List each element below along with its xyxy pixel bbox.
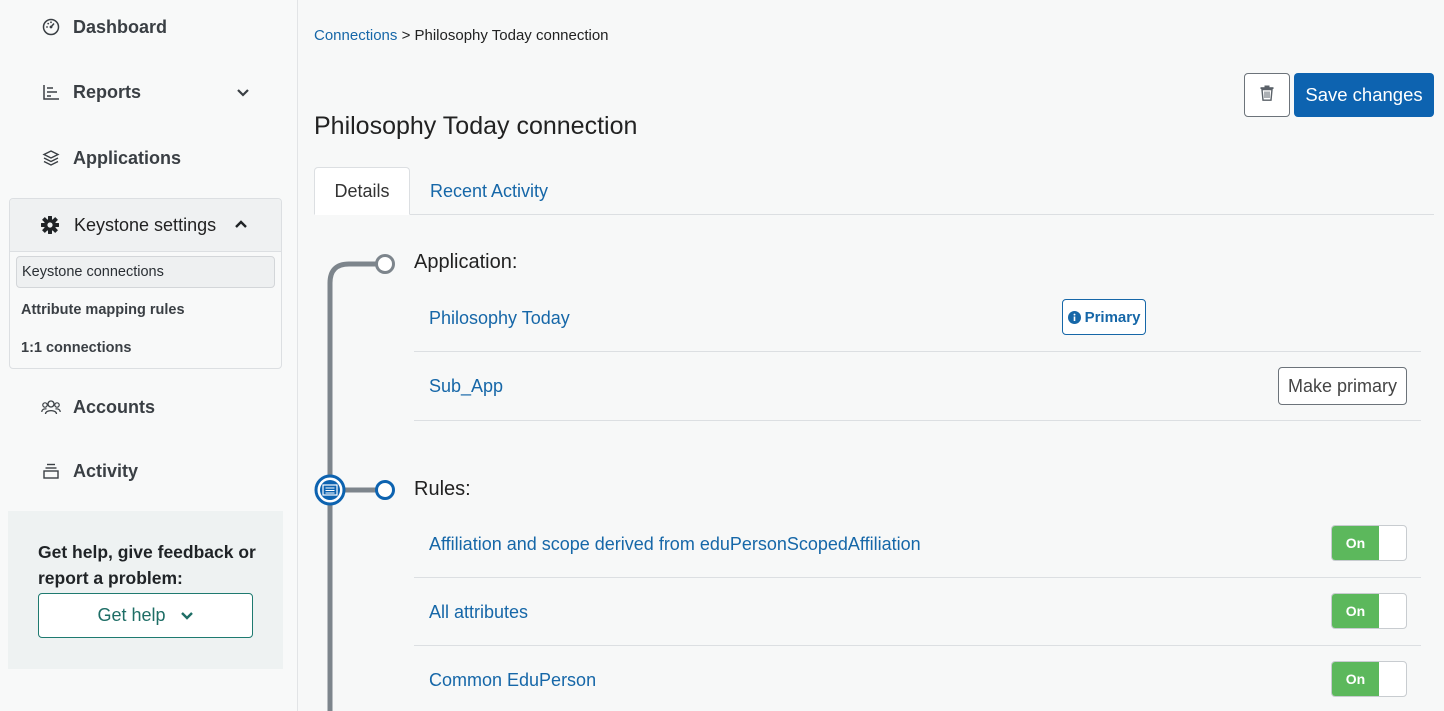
- sidebar-item-dashboard[interactable]: Dashboard: [40, 16, 167, 38]
- rules-heading: Rules:: [414, 478, 471, 500]
- dashboard-icon: [40, 16, 62, 38]
- tab-recent-activity[interactable]: Recent Activity: [430, 167, 548, 215]
- get-help-button[interactable]: Get help: [38, 593, 253, 638]
- make-primary-button[interactable]: Make primary: [1278, 367, 1407, 405]
- save-changes-button[interactable]: Save changes: [1294, 73, 1434, 117]
- users-icon: [40, 396, 62, 418]
- timeline-node-application: [375, 254, 395, 274]
- breadcrumb: Connections > Philosophy Today connectio…: [314, 27, 609, 44]
- breadcrumb-link-connections[interactable]: Connections: [314, 27, 397, 44]
- list-item: All attributes On: [414, 578, 1421, 646]
- rule-link[interactable]: Affiliation and scope derived from eduPe…: [429, 534, 921, 555]
- sidebar-item-label: Keystone settings: [74, 214, 217, 235]
- delete-button[interactable]: [1244, 73, 1290, 117]
- sidebar-item-label: Dashboard: [73, 16, 168, 37]
- chevron-down-icon: [180, 611, 194, 621]
- application-link[interactable]: Sub_App: [429, 376, 503, 397]
- sidebar-item-activity[interactable]: Activity: [40, 460, 138, 482]
- sidebar: Dashboard Reports Applications Keystone …: [0, 0, 298, 711]
- help-panel: Get help, give feedback or report a prob…: [8, 511, 283, 669]
- sidebar-item-accounts[interactable]: Accounts: [40, 396, 155, 418]
- rule-toggle[interactable]: On: [1331, 661, 1407, 697]
- sidebar-item-label: Applications: [73, 147, 182, 168]
- activity-icon: [40, 460, 62, 482]
- sidebar-item-label: Accounts: [73, 396, 156, 417]
- breadcrumb-current: Philosophy Today connection: [414, 27, 609, 44]
- timeline-node-rules: [375, 480, 395, 500]
- tab-bar: Details Recent Activity: [314, 167, 1434, 215]
- rule-link[interactable]: All attributes: [429, 602, 528, 623]
- sidebar-item-label: Activity: [73, 460, 139, 481]
- list-item: Sub_App Make primary: [414, 352, 1421, 421]
- info-icon: [1067, 310, 1081, 324]
- toggle-on-label: On: [1332, 594, 1379, 628]
- timeline-graphic: [314, 254, 395, 711]
- list-item: Affiliation and scope derived from eduPe…: [414, 510, 1421, 578]
- chevron-down-icon[interactable]: [236, 82, 250, 103]
- application-heading: Application:: [414, 251, 518, 273]
- list-item: Common EduPerson On: [414, 646, 1421, 711]
- primary-badge: Primary: [1062, 299, 1146, 335]
- sidebar-subitem-keystone-connections[interactable]: Keystone connections: [16, 256, 275, 288]
- chevron-up-icon[interactable]: [234, 213, 248, 234]
- rule-toggle[interactable]: On: [1331, 593, 1407, 629]
- sidebar-item-applications[interactable]: Applications: [40, 147, 181, 169]
- keystone-settings-group: Keystone settings Keystone connections A…: [9, 198, 282, 369]
- sidebar-subitem-one-to-one-connections[interactable]: 1:1 connections: [16, 332, 275, 364]
- sidebar-subitem-attribute-mapping-rules[interactable]: Attribute mapping rules: [16, 294, 275, 326]
- toggle-on-label: On: [1332, 526, 1379, 560]
- gear-icon: [40, 215, 60, 235]
- trash-icon: [1260, 85, 1274, 106]
- rule-toggle[interactable]: On: [1331, 525, 1407, 561]
- list-item: Philosophy Today Primary: [414, 284, 1421, 352]
- sidebar-item-label: Reports: [73, 81, 142, 102]
- application-link[interactable]: Philosophy Today: [429, 308, 570, 329]
- bar-chart-icon: [40, 81, 62, 103]
- tab-details[interactable]: Details: [314, 167, 410, 215]
- page-title: Philosophy Today connection: [314, 112, 638, 140]
- sidebar-item-reports[interactable]: Reports: [40, 81, 249, 103]
- layers-icon: [40, 147, 62, 169]
- main-content: Connections > Philosophy Today connectio…: [299, 0, 1444, 711]
- rule-link[interactable]: Common EduPerson: [429, 670, 596, 691]
- toggle-on-label: On: [1332, 662, 1379, 696]
- help-text: Get help, give feedback or report a prob…: [38, 542, 256, 588]
- breadcrumb-separator: >: [401, 27, 411, 44]
- sidebar-item-keystone-settings[interactable]: Keystone settings: [10, 199, 281, 252]
